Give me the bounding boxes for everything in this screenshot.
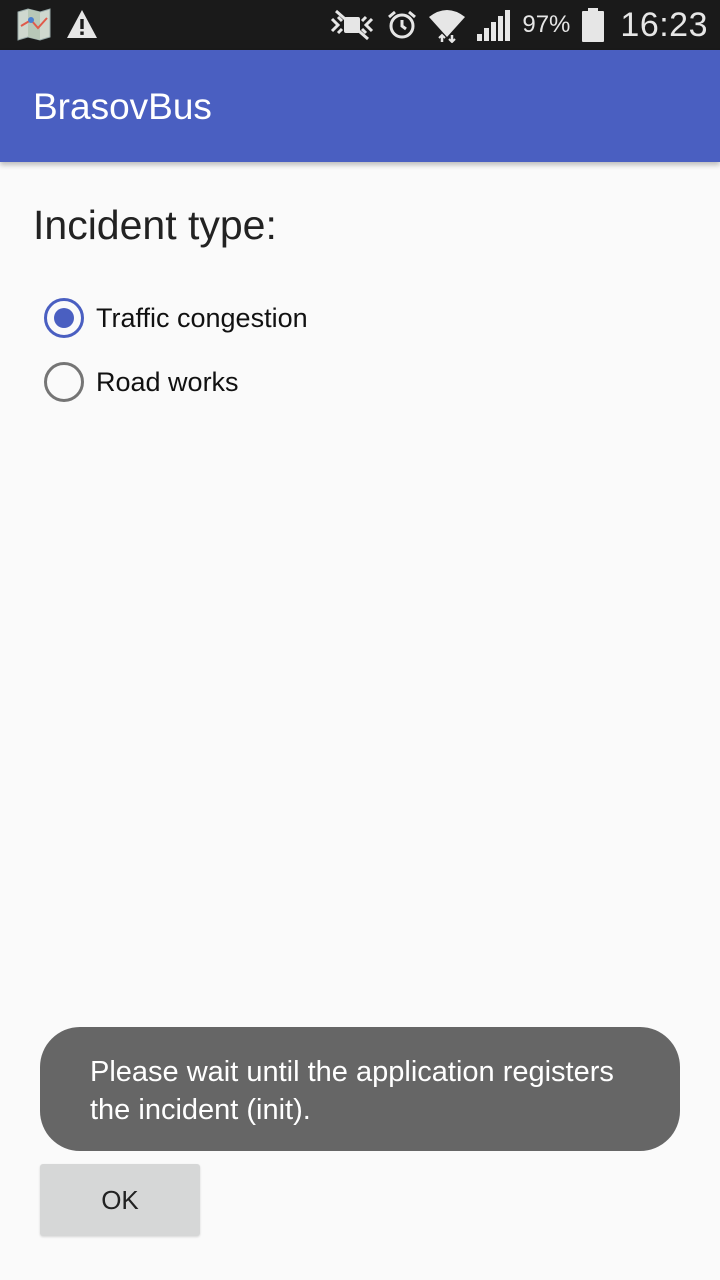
radio-option-traffic-congestion[interactable]: Traffic congestion [44,298,308,338]
radio-label: Road works [96,366,239,397]
app-bar: BrasovBus [0,50,720,162]
radio-label: Traffic congestion [96,302,308,333]
alarm-icon [386,9,418,41]
status-bar: 97% 16:23 [0,0,720,50]
section-title: Incident type: [33,202,277,248]
warning-icon [66,9,98,39]
map-icon [16,6,52,42]
radio-button-unchecked[interactable] [44,362,84,402]
clock: 16:23 [620,5,708,44]
mute-icon [328,9,376,41]
incident-form: Incident type: Traffic congestion Road w… [0,162,720,1280]
radio-option-road-works[interactable]: Road works [44,362,239,402]
app-title: BrasovBus [33,86,212,127]
ok-button[interactable]: OK [40,1164,200,1236]
radio-button-checked[interactable] [44,298,84,338]
signal-icon [476,8,512,42]
screen: 97% 16:23 BrasovBus Incident type: Traff… [0,0,720,1280]
toast-message: Please wait until the application regist… [40,1027,680,1151]
wifi-icon [428,7,466,43]
battery-icon [582,8,605,42]
battery-percent: 97% [522,11,571,38]
